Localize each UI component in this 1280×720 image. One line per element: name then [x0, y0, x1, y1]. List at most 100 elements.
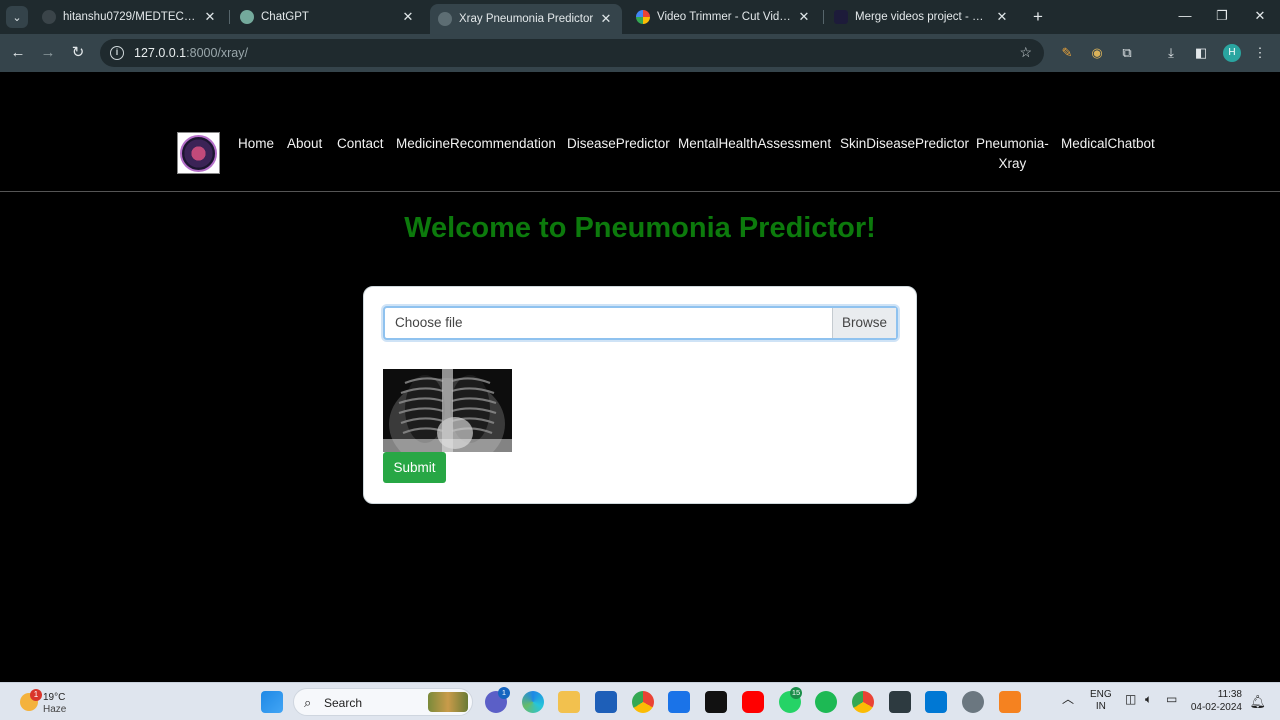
video-trimmer-icon — [636, 10, 650, 24]
nav-disease-predictor[interactable]: DiseasePredictor — [567, 134, 670, 154]
browse-button[interactable]: Browse — [832, 308, 896, 338]
tab-close-icon[interactable]: ✕ — [796, 9, 812, 25]
edge-icon[interactable] — [522, 691, 544, 713]
tab-video-trimmer[interactable]: Video Trimmer - Cut Video Onli ✕ — [628, 4, 820, 30]
search-highlight-image — [428, 692, 468, 712]
tab-xray-pneumonia-predictor[interactable]: Xray Pneumonia Predictor ✕ — [430, 4, 622, 34]
browser-tab-strip: ⌄ hitanshu0729/MEDTECHWEBAP ✕ ChatGPT ✕ … — [0, 0, 1280, 34]
region-code: IN — [1095, 701, 1106, 712]
xray-preview-image — [383, 369, 512, 452]
adobe-express-icon — [834, 10, 848, 24]
back-icon[interactable]: ← — [8, 43, 28, 63]
nav-contact[interactable]: Contact — [337, 134, 384, 154]
forward-icon[interactable]: → — [38, 43, 58, 63]
whatsapp-badge: 15 — [790, 687, 802, 699]
tab-close-icon[interactable]: ✕ — [400, 9, 416, 25]
youtube-icon[interactable] — [742, 691, 764, 713]
address-bar[interactable]: i 127.0.0.1:8000/xray/ ☆ — [100, 39, 1044, 67]
language-indicator[interactable]: ENG IN — [1090, 689, 1112, 713]
tab-title: Merge videos project - Februar — [855, 11, 990, 23]
tab-title: Xray Pneumonia Predictor — [459, 13, 594, 25]
clock-time: 11:38 — [1217, 689, 1242, 700]
chrome-icon[interactable] — [632, 691, 654, 713]
weather-temperature: 19°C — [43, 692, 66, 703]
url-text[interactable]: 127.0.0.1:8000/xray/ — [134, 46, 248, 60]
mail-icon[interactable] — [668, 691, 690, 713]
side-panel-icon[interactable]: ◧ — [1191, 43, 1211, 63]
site-logo[interactable] — [177, 132, 220, 174]
windows-taskbar: 1 19°C Haze ⌕ Search 1 15 ︿ ENG IN ◫ 🔈︎ … — [0, 682, 1280, 720]
wifi-icon[interactable]: ◫ — [1125, 693, 1136, 705]
browser-menu-icon[interactable]: ⋮ — [1250, 43, 1270, 63]
nav-about[interactable]: About — [287, 134, 322, 154]
bookmark-star-icon[interactable]: ☆ — [1019, 44, 1032, 61]
profile-avatar[interactable]: H — [1223, 44, 1241, 62]
download-icon[interactable]: ⤓ — [1161, 43, 1181, 63]
url-path: :8000/xray/ — [186, 46, 248, 60]
tab-title: ChatGPT — [261, 11, 309, 23]
tab-close-icon[interactable]: ✕ — [598, 11, 614, 27]
tab-merge-videos[interactable]: Merge videos project - Februar ✕ — [826, 4, 1018, 30]
nav-pneumonia-xray[interactable]: Pneumonia- Xray — [976, 134, 1049, 174]
submit-button[interactable]: Submit — [383, 452, 446, 483]
tab-github[interactable]: hitanshu0729/MEDTECHWEBAP ✕ — [34, 4, 226, 30]
site-navbar: Home About Contact MedicineRecommendatio… — [0, 72, 1280, 192]
tab-search-button[interactable]: ⌄ — [6, 6, 28, 28]
command-prompt-icon[interactable] — [889, 691, 911, 713]
weather-condition: Haze — [43, 704, 67, 715]
reload-icon[interactable]: ↻ — [68, 43, 88, 63]
logo-emblem — [180, 134, 217, 172]
tab-divider — [229, 10, 230, 24]
tab-close-icon[interactable]: ✕ — [994, 9, 1010, 25]
tab-chatgpt[interactable]: ChatGPT ✕ — [232, 4, 424, 30]
extension-pencil-icon[interactable]: ✎ — [1057, 43, 1077, 63]
battery-icon[interactable]: ▭ — [1166, 693, 1177, 705]
teams-badge: 1 — [498, 687, 510, 699]
system-clock[interactable]: 11:38 04-02-2024 — [1191, 688, 1242, 714]
volume-icon[interactable]: 🔈︎ — [1145, 693, 1152, 705]
weather-widget[interactable]: 1 19°C Haze — [18, 687, 88, 717]
nav-medical-chatbot[interactable]: MedicalChatbot — [1061, 134, 1155, 154]
taskbar-search[interactable]: ⌕ Search — [293, 688, 473, 716]
minimize-icon[interactable]: — — [1175, 8, 1195, 23]
new-tab-button[interactable]: + — [1028, 7, 1048, 27]
nav-home[interactable]: Home — [238, 134, 274, 154]
close-window-icon[interactable]: ✕ — [1250, 8, 1270, 24]
browser-toolbar: ← → ↻ i 127.0.0.1:8000/xray/ ☆ ✎ ◉ ⧉ ⤓ ◧… — [0, 34, 1280, 72]
globe-icon — [438, 12, 452, 26]
restore-icon[interactable]: ❐ — [1212, 8, 1232, 24]
tab-title: Video Trimmer - Cut Video Onli — [657, 11, 792, 23]
tab-divider — [823, 10, 824, 24]
web-page: Home About Contact MedicineRecommendatio… — [0, 72, 1280, 682]
file-explorer-icon[interactable] — [558, 691, 580, 713]
vlc-icon[interactable] — [999, 691, 1021, 713]
chest-xray-image — [383, 369, 512, 452]
microsoft-store-icon[interactable] — [595, 691, 617, 713]
tab-close-icon[interactable]: ✕ — [202, 9, 218, 25]
extensions-puzzle-icon[interactable]: ⧉ — [1117, 43, 1137, 63]
tray-chevron-up-icon[interactable]: ︿ — [1062, 693, 1074, 705]
search-icon: ⌕ — [304, 695, 312, 710]
file-input[interactable]: Choose file Browse — [383, 306, 898, 340]
page-title: Welcome to Pneumonia Predictor! — [404, 212, 876, 244]
settings-gear-icon[interactable] — [962, 691, 984, 713]
file-input-placeholder[interactable]: Choose file — [385, 308, 832, 338]
windows-start-icon[interactable] — [261, 691, 283, 713]
spotify-icon[interactable] — [815, 691, 837, 713]
tab-title: hitanshu0729/MEDTECHWEBAP — [63, 11, 198, 23]
language-code: ENG — [1090, 689, 1112, 700]
vscode-icon[interactable] — [925, 691, 947, 713]
weather-notification-badge: 1 — [30, 689, 42, 701]
terminal-icon[interactable] — [705, 691, 727, 713]
chrome-profile-icon[interactable] — [852, 691, 874, 713]
chatgpt-icon — [240, 10, 254, 24]
nav-medicine-recommendation[interactable]: MedicineRecommendation — [396, 134, 556, 154]
site-info-icon[interactable]: i — [110, 46, 124, 60]
notification-bell-icon[interactable]: 🔔︎ — [1249, 694, 1266, 710]
extension-owl-icon[interactable]: ◉ — [1087, 43, 1107, 63]
nav-mental-health-assessment[interactable]: MentalHealthAssessment — [678, 134, 831, 154]
clock-date: 04-02-2024 — [1190, 702, 1242, 713]
github-icon — [42, 10, 56, 24]
search-label: Search — [324, 696, 363, 710]
nav-skin-disease-predictor[interactable]: SkinDiseasePredictor — [840, 134, 969, 154]
